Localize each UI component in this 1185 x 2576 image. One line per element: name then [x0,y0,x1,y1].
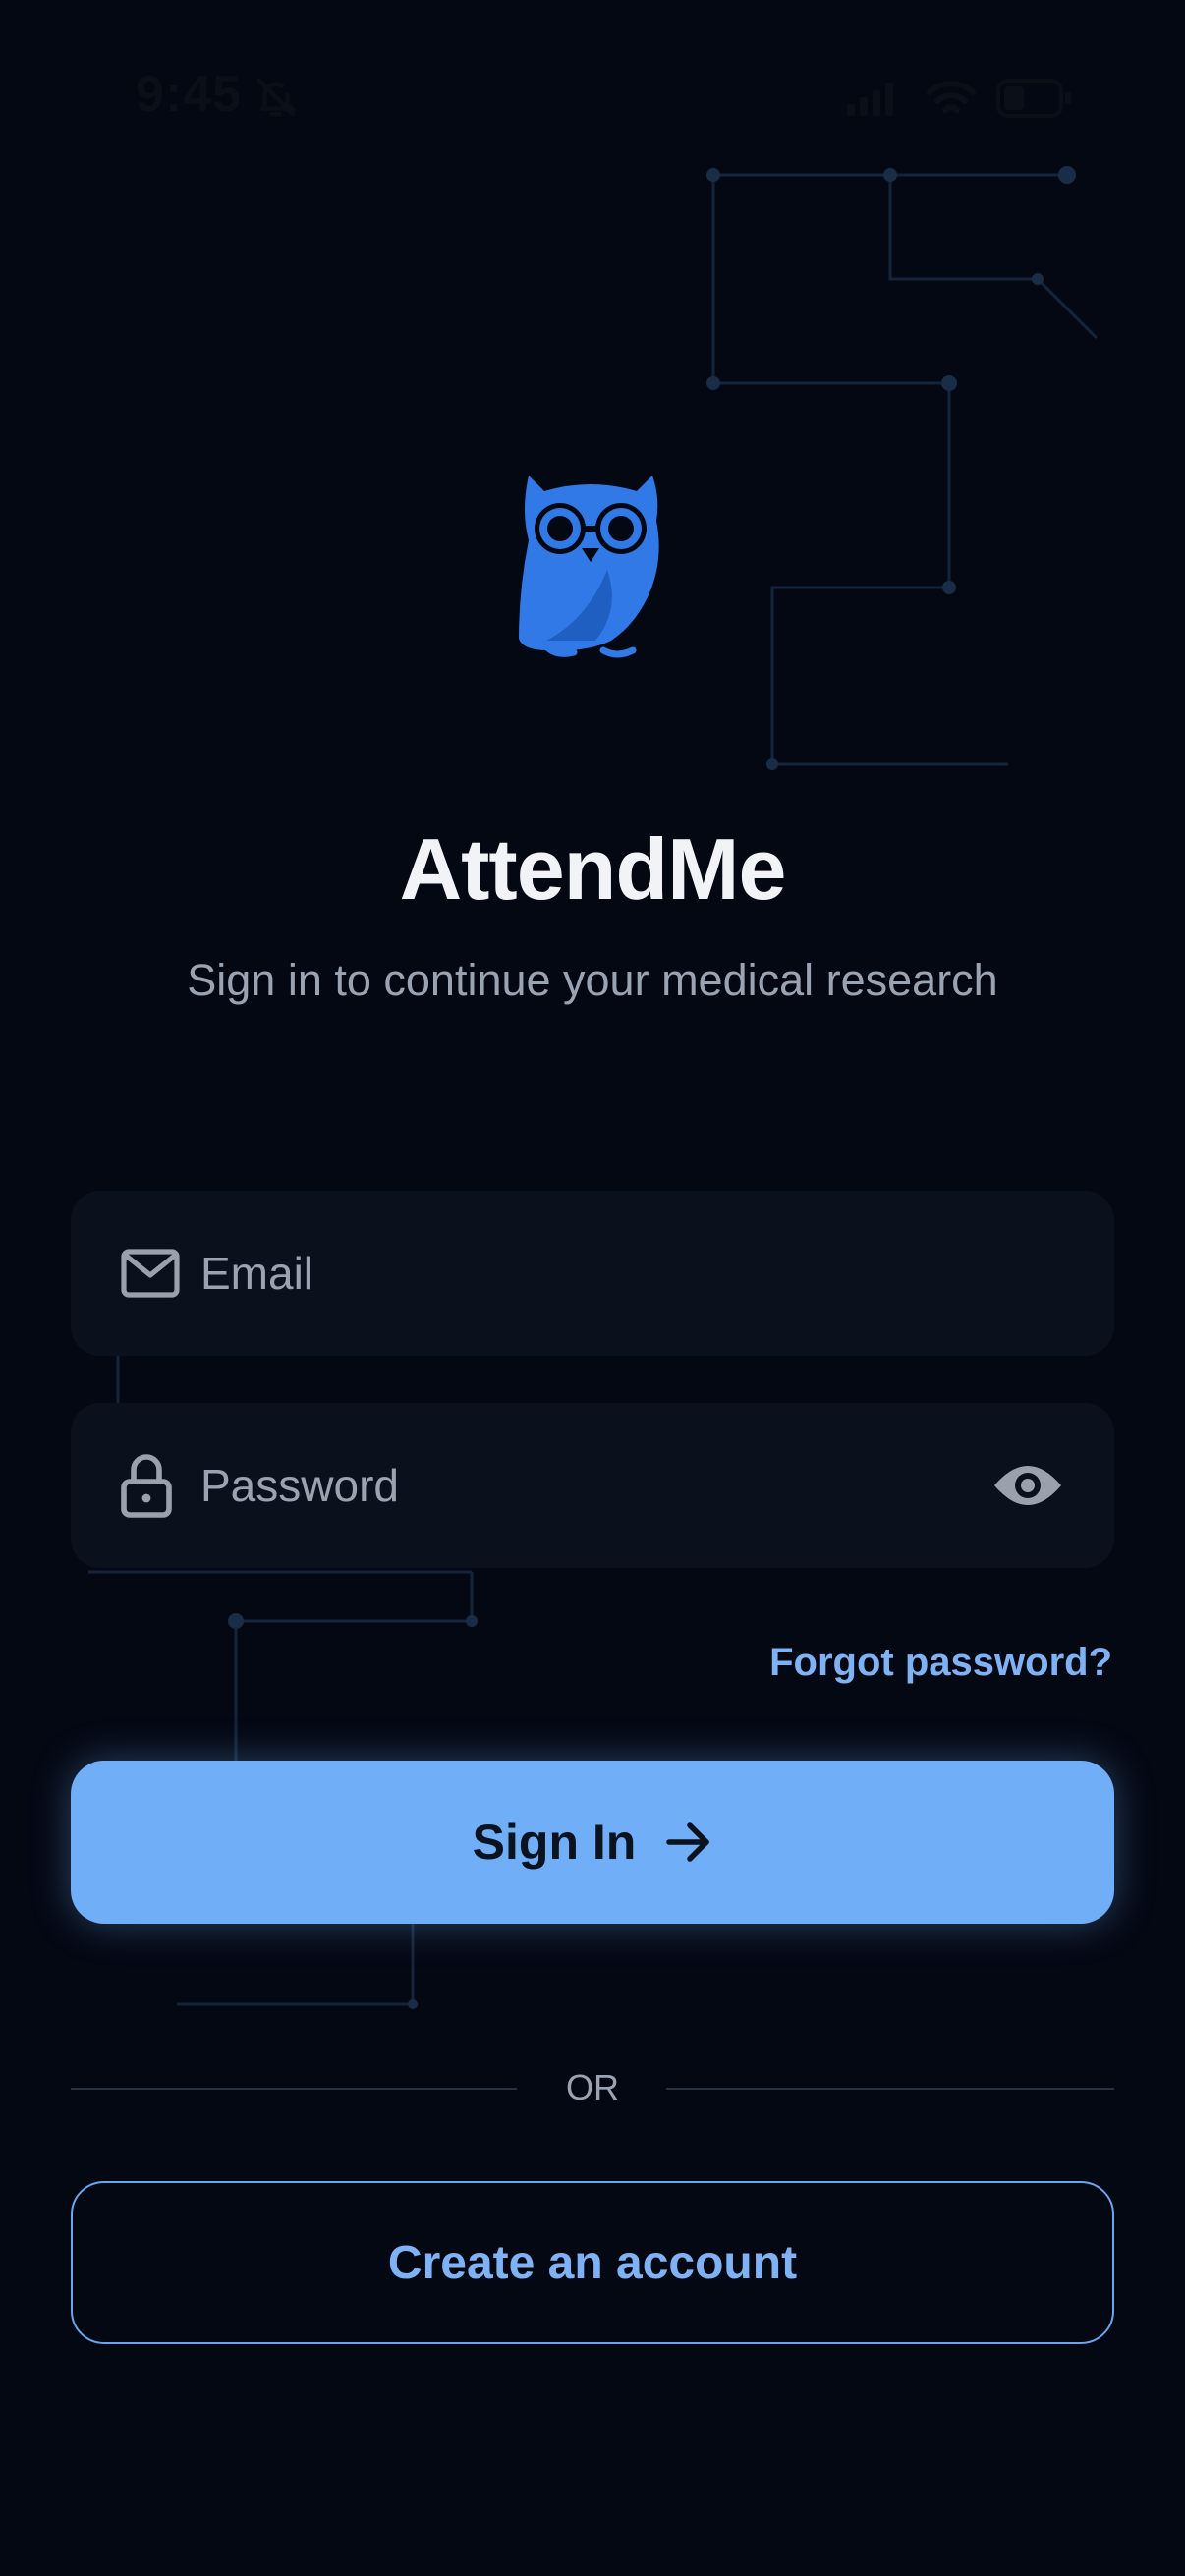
cellular-signal-icon [847,83,893,116]
battery-icon [996,79,1071,118]
sign-in-label: Sign In [472,1815,637,1870]
password-input[interactable] [200,1403,1006,1568]
forgot-password-link[interactable]: Forgot password? [769,1641,1112,1685]
or-divider-label: OR [566,2067,619,2107]
arrow-right-icon [666,1822,710,1862]
email-input[interactable] [200,1191,1006,1356]
lock-icon [121,1454,172,1518]
app-subtitle: Sign in to continue your medical researc… [187,955,998,1005]
create-account-button[interactable]: Create an account [71,2181,1114,2344]
divider-right [666,2088,1114,2090]
app-title: AttendMe [399,820,787,918]
password-field[interactable] [71,1403,1114,1568]
owl-logo-icon [519,476,659,658]
bell-slash-icon [256,78,297,117]
create-account-label: Create an account [387,2236,798,2289]
email-field[interactable] [71,1191,1114,1356]
status-bar: 9:45 [0,0,1185,196]
divider-left [71,2088,517,2090]
mail-icon [121,1249,180,1298]
wifi-icon [927,81,976,113]
sign-in-button[interactable]: Sign In [71,1761,1114,1924]
eye-icon[interactable] [992,1462,1063,1509]
status-time: 9:45 [136,66,243,123]
